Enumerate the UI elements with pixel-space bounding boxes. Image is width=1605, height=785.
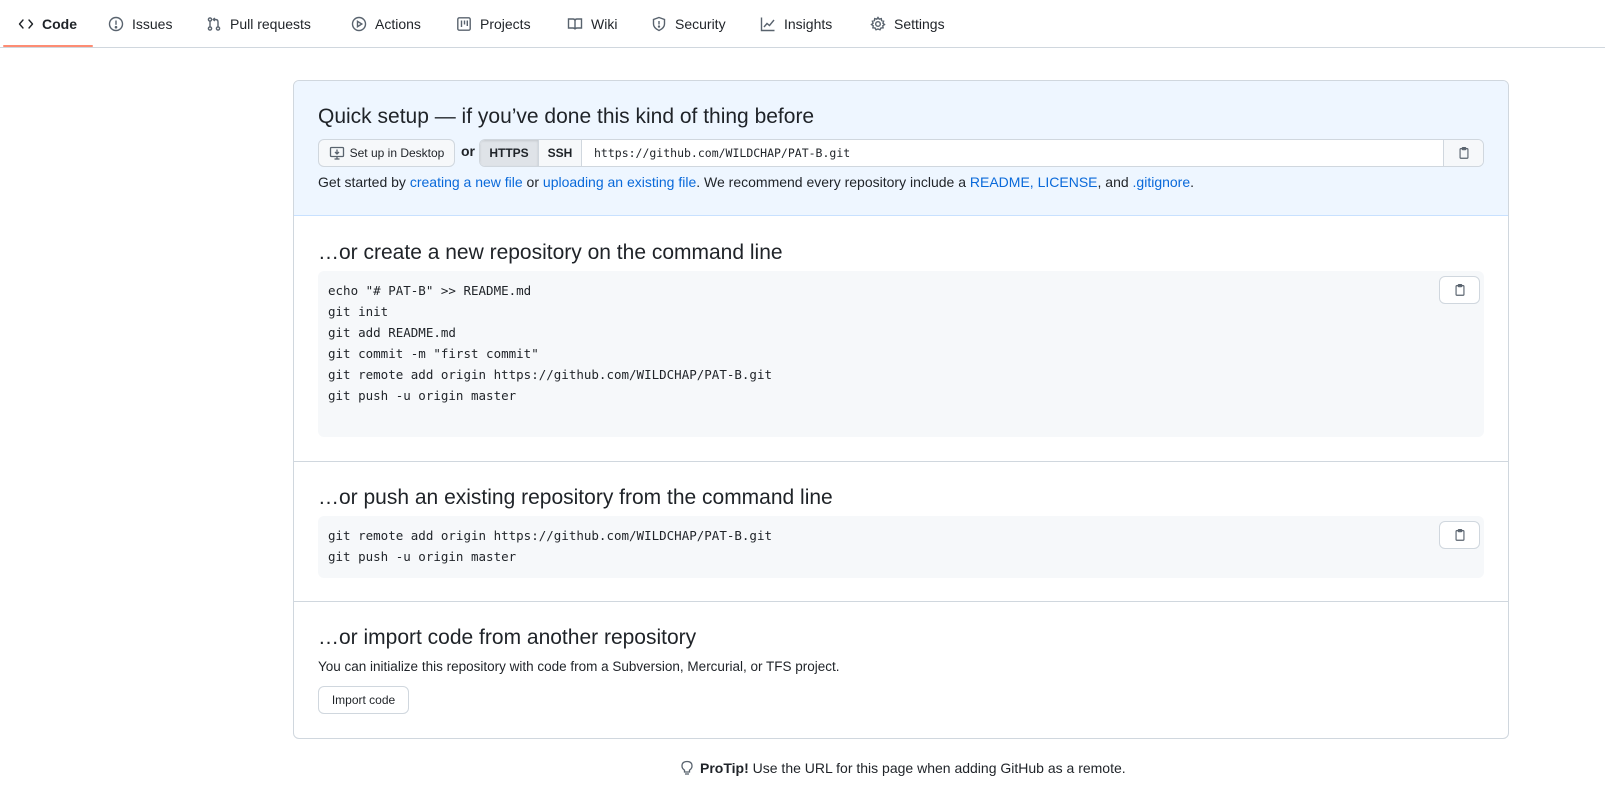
hint-text: . bbox=[1190, 174, 1195, 190]
quick-setup-hint: Get started by creating a new file or up… bbox=[318, 174, 1194, 190]
import-code-button[interactable]: Import code bbox=[318, 686, 409, 714]
copy-push-commands-button[interactable] bbox=[1439, 521, 1480, 549]
clipboard-icon bbox=[1458, 147, 1469, 159]
tab-wiki[interactable]: Wiki bbox=[567, 0, 617, 47]
play-icon bbox=[351, 16, 367, 31]
clone-url-group: HTTPS SSH bbox=[479, 139, 1484, 167]
code-icon bbox=[18, 18, 34, 29]
tab-label: Insights bbox=[784, 15, 833, 32]
tab-label: Actions bbox=[375, 15, 421, 32]
create-new-file-link[interactable]: creating a new file bbox=[410, 174, 523, 190]
ssh-toggle[interactable]: SSH bbox=[539, 140, 582, 166]
upload-existing-file-link[interactable]: uploading an existing file bbox=[543, 174, 696, 190]
issue-icon bbox=[108, 16, 124, 31]
book-icon bbox=[567, 17, 583, 30]
project-board-icon bbox=[457, 16, 471, 31]
import-code-title: …or import code from another repository bbox=[318, 626, 697, 649]
hint-text: or bbox=[522, 174, 543, 190]
code-line: git push -u origin master bbox=[328, 388, 517, 403]
tab-label: Issues bbox=[132, 15, 173, 32]
section-divider bbox=[294, 601, 1508, 602]
gitignore-link[interactable]: .gitignore bbox=[1133, 174, 1191, 190]
copy-url-button[interactable] bbox=[1443, 140, 1483, 166]
setup-in-desktop-label: Set up in Desktop bbox=[349, 146, 445, 160]
import-description: You can initialize this repository with … bbox=[318, 659, 840, 674]
clipboard-icon bbox=[1454, 284, 1465, 296]
tab-label: Pull requests bbox=[230, 15, 311, 32]
create-repo-code-block: echo "# PAT-B" >> README.md git init git… bbox=[318, 271, 1484, 437]
code-line: git push -u origin master bbox=[328, 549, 517, 564]
clipboard-icon bbox=[1454, 529, 1465, 541]
graph-icon bbox=[760, 17, 775, 31]
tab-pull-requests[interactable]: Pull requests bbox=[206, 0, 311, 47]
tab-issues[interactable]: Issues bbox=[108, 0, 172, 47]
copy-create-commands-button[interactable] bbox=[1439, 276, 1480, 304]
protip-text: Use the URL for this page when adding Gi… bbox=[748, 760, 1126, 776]
empty-repo-setup-box: Quick setup — if you’ve done this kind o… bbox=[293, 80, 1509, 739]
tab-label: Wiki bbox=[591, 15, 618, 32]
tab-security[interactable]: Security bbox=[651, 0, 726, 47]
tab-actions[interactable]: Actions bbox=[351, 0, 421, 47]
desktop-download-icon bbox=[329, 146, 344, 160]
code-line: echo "# PAT-B" >> README.md bbox=[328, 283, 532, 298]
tab-settings[interactable]: Settings bbox=[870, 0, 945, 47]
protip: ProTip! Use the URL for this page when a… bbox=[680, 760, 1126, 776]
active-tab-indicator bbox=[3, 45, 93, 47]
tab-insights[interactable]: Insights bbox=[760, 0, 832, 47]
code-line: git add README.md bbox=[328, 325, 456, 340]
tab-label: Code bbox=[42, 15, 77, 32]
clone-url-input[interactable] bbox=[582, 140, 1444, 166]
hint-text: Get started by bbox=[318, 174, 410, 190]
push-repo-code-block: git remote add origin https://github.com… bbox=[318, 516, 1484, 578]
tab-label: Projects bbox=[480, 15, 531, 32]
create-repo-title: …or create a new repository on the comma… bbox=[318, 241, 783, 264]
light-bulb-icon bbox=[681, 760, 693, 775]
hint-text: , and bbox=[1097, 174, 1133, 190]
quick-setup-title: Quick setup — if you’ve done this kind o… bbox=[318, 105, 815, 128]
hint-text: . We recommend every repository include … bbox=[696, 174, 970, 190]
protip-label: ProTip! bbox=[700, 760, 749, 776]
pull-request-icon bbox=[207, 16, 221, 31]
tab-label: Security bbox=[675, 15, 726, 32]
tab-label: Settings bbox=[894, 15, 945, 32]
push-repo-title: …or push an existing repository from the… bbox=[318, 486, 833, 509]
code-line: git commit -m "first commit" bbox=[328, 346, 539, 361]
code-line: git remote add origin https://github.com… bbox=[328, 528, 773, 543]
code-line: git init bbox=[328, 304, 389, 319]
shield-icon bbox=[652, 16, 666, 31]
readme-link[interactable]: README bbox=[970, 174, 1030, 190]
tab-projects[interactable]: Projects bbox=[456, 0, 531, 47]
section-divider bbox=[294, 461, 1508, 462]
license-link[interactable]: LICENSE bbox=[1038, 174, 1098, 190]
code-line: git remote add origin https://github.com… bbox=[328, 367, 773, 382]
tab-code[interactable]: Code bbox=[18, 0, 77, 47]
hint-comma: , bbox=[1029, 174, 1038, 190]
setup-in-desktop-button[interactable]: Set up in Desktop bbox=[318, 139, 455, 167]
https-toggle[interactable]: HTTPS bbox=[480, 140, 539, 166]
gear-icon bbox=[870, 15, 886, 31]
quick-setup-section: Quick setup — if you’ve done this kind o… bbox=[294, 81, 1508, 216]
repo-nav: Code Issues Pull requests Actions Projec… bbox=[0, 0, 1605, 48]
or-separator: or bbox=[461, 143, 475, 159]
